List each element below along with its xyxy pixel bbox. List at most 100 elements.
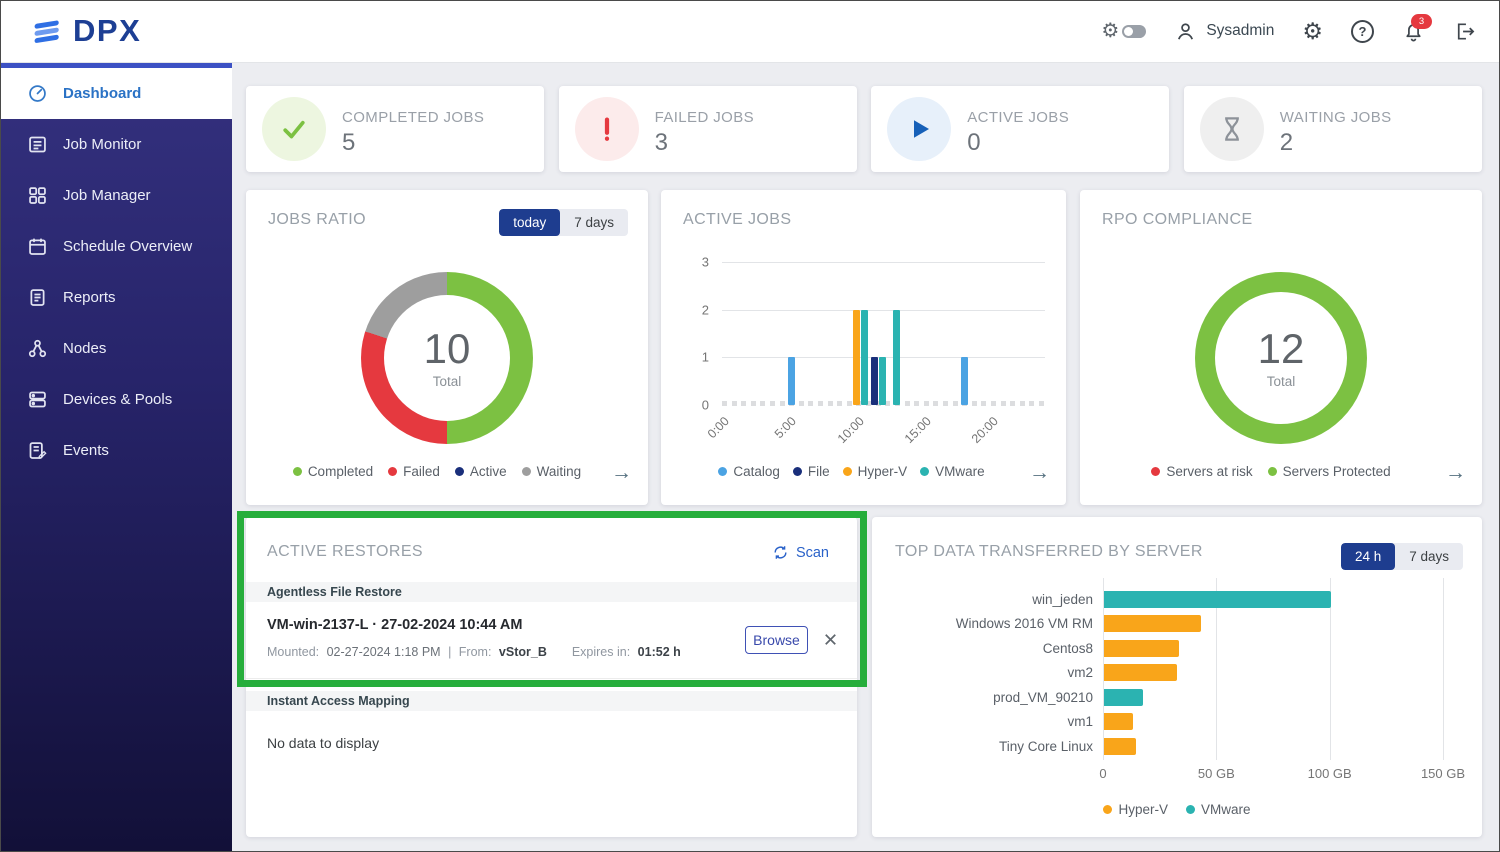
jobs-ratio-legend-waiting: Waiting bbox=[521, 464, 581, 479]
active-restores-card: ACTIVE RESTORES Scan Agentless File Rest… bbox=[246, 517, 857, 837]
toggle-option-24h[interactable]: 24 h bbox=[1340, 543, 1396, 570]
x-axis-label: 150 GB bbox=[1420, 766, 1466, 781]
sidebar-item-job-monitor[interactable]: Job Monitor bbox=[0, 119, 232, 170]
gridline bbox=[722, 262, 1045, 263]
user-menu[interactable]: Sysadmin bbox=[1174, 20, 1274, 43]
dpx-dashboard: DPX ⚙ Sysadmin ⚙ ? 3 Dashboard Job Monito… bbox=[0, 0, 1500, 852]
sidebar-item-nodes[interactable]: Nodes bbox=[0, 323, 232, 374]
browse-button[interactable]: Browse bbox=[745, 626, 808, 654]
x-axis-label: 50 GB bbox=[1197, 766, 1235, 781]
notifications-bell[interactable]: 3 bbox=[1402, 13, 1432, 43]
jobs-ratio-legend-failed: Failed bbox=[388, 464, 440, 479]
server-label: Tiny Core Linux bbox=[998, 738, 1093, 754]
bar-vmware bbox=[861, 309, 869, 405]
exclamation-icon bbox=[574, 97, 639, 161]
legend-dot bbox=[292, 467, 302, 476]
active-jobs-legend-vmware: VMware bbox=[920, 464, 985, 479]
zero-bar-stub bbox=[1010, 401, 1016, 406]
sidebar: Dashboard Job Monitor Job Manager Schedule … bbox=[0, 62, 232, 852]
server-row-prod-vm-90210: prod_VM_90210 bbox=[872, 685, 1443, 710]
sidebar-item-label: Nodes bbox=[63, 340, 107, 357]
x-axis-label: 20:00 bbox=[969, 414, 1002, 447]
zero-bar-stub bbox=[914, 401, 920, 406]
server-bar bbox=[1104, 590, 1331, 608]
server-bar-track bbox=[1103, 615, 1443, 633]
server-bar-track bbox=[1103, 737, 1443, 755]
sidebar-item-events[interactable]: Events bbox=[0, 425, 232, 476]
server-bar-track bbox=[1103, 688, 1443, 706]
active-jobs-card: ACTIVE JOBS 0 1 2 3 0:00 5:00 10:00 15:00 20:00 … bbox=[661, 190, 1066, 505]
mounted-label: Mounted: bbox=[267, 645, 320, 659]
zero-bar-stub bbox=[722, 401, 727, 406]
zero-bar-stub bbox=[971, 401, 977, 406]
server-label: vm2 bbox=[1067, 665, 1093, 681]
legend-label: Failed bbox=[403, 464, 440, 479]
jobs-ratio-title: JOBS RATIO bbox=[268, 211, 366, 228]
jobs-ratio-details-arrow[interactable]: → bbox=[611, 462, 632, 483]
legend-label: Servers at risk bbox=[1166, 464, 1253, 479]
sidebar-item-reports[interactable]: Reports bbox=[0, 272, 232, 323]
server-row-windows-2016-vm-rm: Windows 2016 VM RM bbox=[872, 612, 1443, 637]
close-icon[interactable] bbox=[821, 630, 840, 649]
top-data-legend: Hyper-V VMware bbox=[872, 802, 1482, 817]
legend-label: Servers Protected bbox=[1282, 464, 1391, 479]
top-bar: DPX ⚙ Sysadmin ⚙ ? 3 bbox=[0, 0, 1500, 63]
scan-button[interactable]: Scan bbox=[772, 544, 829, 561]
rpo-details-arrow[interactable]: → bbox=[1445, 462, 1466, 483]
sidebar-item-devices-pools[interactable]: Devices & Pools bbox=[0, 374, 232, 425]
toggle-option-today[interactable]: today bbox=[499, 209, 561, 236]
legend-label: VMware bbox=[1201, 802, 1251, 817]
zero-bar-stub bbox=[837, 401, 843, 406]
from-value: vStor_B bbox=[498, 645, 547, 659]
admin-settings-icon[interactable]: ⚙ bbox=[1302, 19, 1323, 43]
job-manager-icon bbox=[27, 185, 48, 206]
stat-card-active-jobs: ACTIVE JOBS 0 bbox=[871, 86, 1170, 172]
sidebar-item-label: Reports bbox=[63, 289, 116, 306]
logout-icon[interactable] bbox=[1453, 20, 1476, 43]
stat-card-failed-jobs: FAILED JOBS 3 bbox=[558, 86, 857, 172]
top-data-title: TOP DATA TRANSFERRED BY SERVER bbox=[895, 543, 1203, 560]
zero-bar-stub bbox=[1019, 401, 1025, 406]
settings-toggle[interactable]: ⚙ bbox=[1101, 21, 1147, 41]
stat-card-title: FAILED JOBS bbox=[654, 109, 755, 126]
sidebar-item-label: Devices & Pools bbox=[63, 391, 173, 408]
help-icon[interactable]: ? bbox=[1351, 19, 1374, 43]
rpo-total: 12 bbox=[1257, 325, 1305, 373]
toggle-option-7days[interactable]: 7 days bbox=[560, 209, 628, 236]
sidebar-item-schedule-overview[interactable]: Schedule Overview bbox=[0, 221, 232, 272]
donut-center: 12 Total bbox=[1215, 292, 1347, 424]
jobs-ratio-range-toggle: today 7 days bbox=[499, 209, 628, 236]
active-jobs-details-arrow[interactable]: → bbox=[1029, 462, 1050, 483]
job-monitor-icon bbox=[27, 134, 48, 155]
rpo-legend-servers-at-risk: Servers at risk bbox=[1151, 464, 1253, 479]
legend-label: Active bbox=[469, 464, 507, 479]
x-axis-label: 15:00 bbox=[901, 414, 934, 447]
rpo-legend-servers-protected: Servers Protected bbox=[1267, 464, 1391, 479]
active-jobs-chart: 0 1 2 3 0:00 5:00 10:00 15:00 20:00 bbox=[702, 255, 1045, 446]
legend-dot bbox=[1186, 805, 1195, 814]
legend-dot bbox=[1267, 467, 1277, 476]
jobs-ratio-donut-chart: 10 Total bbox=[361, 272, 533, 444]
zero-bar-stub bbox=[846, 401, 852, 406]
sidebar-item-job-manager[interactable]: Job Manager bbox=[0, 170, 232, 221]
active-restores-title: ACTIVE RESTORES bbox=[267, 543, 423, 560]
gridline bbox=[722, 309, 1045, 311]
y-axis-label: 2 bbox=[701, 302, 709, 318]
legend-label: Hyper-V bbox=[857, 464, 908, 479]
stat-card-value: 0 bbox=[967, 129, 981, 156]
server-bar bbox=[1104, 615, 1202, 633]
hourglass-icon bbox=[1199, 97, 1264, 161]
server-label: Centos8 bbox=[1042, 640, 1093, 656]
jobs-ratio-legend-completed: Completed bbox=[292, 464, 373, 479]
logo[interactable]: DPX bbox=[30, 0, 141, 62]
server-bar-track bbox=[1103, 639, 1443, 657]
zero-bar-stub bbox=[779, 401, 785, 406]
toggle-option-7days[interactable]: 7 days bbox=[1395, 543, 1463, 570]
sidebar-nav: Dashboard Job Monitor Job Manager Schedule … bbox=[0, 68, 232, 476]
jobs-ratio-card: JOBS RATIO today 7 days 10 Total Complet… bbox=[246, 190, 648, 505]
x-axis-label: 100 GB bbox=[1307, 766, 1352, 781]
sidebar-item-dashboard[interactable]: Dashboard bbox=[0, 68, 232, 119]
bar-vmware bbox=[893, 309, 901, 405]
legend-dot bbox=[521, 467, 531, 476]
sidebar-item-label: Schedule Overview bbox=[63, 238, 193, 255]
